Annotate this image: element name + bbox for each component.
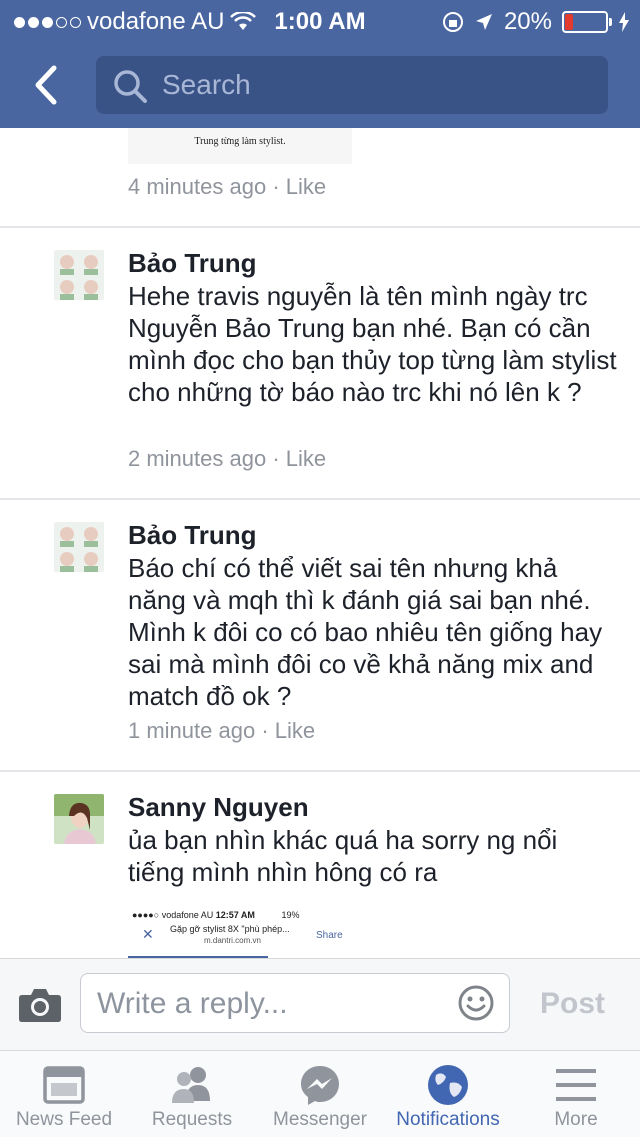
tab-bar: News Feed Requests Messenger Notificatio… <box>0 1050 640 1137</box>
comment-thread: Trung từng làm stylist. 4 minutes ago · … <box>0 128 640 958</box>
orientation-lock-icon <box>442 12 463 32</box>
tab-label: Messenger <box>273 1109 367 1130</box>
status-bar: vodafone AU 1:00 AM 20% <box>0 0 640 42</box>
comment-time: 1 minute ago <box>128 718 256 743</box>
comment-text: Báo chí có thể viết sai tên nhưng khả nă… <box>128 553 603 711</box>
comment-meta: 2 minutes ago · Like <box>128 446 327 471</box>
like-link[interactable]: Like <box>286 446 326 471</box>
back-arrow-icon[interactable] <box>28 62 68 108</box>
comment-time: 4 minutes ago <box>128 174 267 199</box>
messenger-icon <box>301 1066 339 1105</box>
avatar-image <box>54 522 104 572</box>
avatar[interactable] <box>54 522 104 572</box>
camera-icon[interactable] <box>18 987 62 1023</box>
attachment-domain: m.dantri.com.vn <box>204 936 261 945</box>
comment-meta: 4 minutes ago · Like <box>128 174 327 199</box>
comment-time: 2 minutes ago <box>128 446 267 471</box>
requests-icon <box>172 1067 210 1103</box>
search-icon <box>114 70 147 103</box>
search-input[interactable]: Search <box>96 56 608 114</box>
tab-label: News Feed <box>15 1109 113 1130</box>
close-icon: ✕ <box>142 926 154 942</box>
search-placeholder: Search <box>162 69 251 100</box>
reply-placeholder: Write a reply... <box>97 987 288 1020</box>
globe-icon <box>428 1065 468 1105</box>
comment-text: ủa bạn nhìn khác quá ha sorry ng nổi tiế… <box>128 825 558 887</box>
comment-author[interactable]: Bảo Trung <box>128 248 257 279</box>
attached-screenshot[interactable]: ●●●●○ vodafone AU 12:57 AM 19% ✕ Gặp gỡ … <box>128 908 352 958</box>
tab-label: Notifications <box>396 1109 500 1130</box>
tab-messenger[interactable]: Messenger <box>256 1051 384 1137</box>
battery-percent: 20% <box>503 8 552 35</box>
comment-author[interactable]: Bảo Trung <box>128 520 257 551</box>
comment-meta: 1 minute ago · Like <box>128 718 316 743</box>
reply-bar: Write a reply... Post <box>0 958 640 1051</box>
attachment-share: Share <box>316 930 343 941</box>
comment-item: Bảo Trung Hehe travis nguyễn là tên mình… <box>0 228 640 498</box>
like-link[interactable]: Like <box>286 174 326 199</box>
tab-notifications[interactable]: Notifications <box>384 1051 512 1137</box>
comment-author[interactable]: Sanny Nguyen <box>128 792 309 823</box>
image-caption: Trung từng làm stylist. <box>194 136 286 147</box>
tab-requests[interactable]: Requests <box>128 1051 256 1137</box>
comment-item: Bảo Trung Báo chí có thể viết sai tên nh… <box>0 500 640 770</box>
tab-label: Requests <box>151 1109 233 1130</box>
news-feed-icon <box>43 1066 85 1104</box>
comment-item: Sanny Nguyen ủa bạn nhìn khác quá ha sor… <box>0 772 640 958</box>
comment-text: Hehe travis nguyễn là tên mình ngày trc … <box>128 281 617 407</box>
emoji-icon[interactable] <box>457 984 495 1022</box>
like-link[interactable]: Like <box>275 718 315 743</box>
location-arrow-icon <box>475 14 492 30</box>
charging-bolt-icon <box>619 12 629 32</box>
tab-label: More <box>554 1109 598 1130</box>
battery-icon <box>562 11 612 33</box>
avatar[interactable] <box>54 250 104 300</box>
avatar-image <box>54 250 104 300</box>
tab-news-feed[interactable]: News Feed <box>0 1051 128 1137</box>
avatar[interactable] <box>54 794 104 844</box>
attachment-title: Gặp gỡ stylist 8X "phù phép... <box>170 924 290 934</box>
top-bar: vodafone AU 1:00 AM 20% Search <box>0 0 640 128</box>
attachment-status-bar: ●●●●○ vodafone AU 12:57 AM 19% <box>132 910 300 920</box>
menu-icon <box>556 1069 596 1101</box>
post-button[interactable]: Post <box>540 987 605 1021</box>
reply-input[interactable]: Write a reply... <box>80 973 510 1033</box>
avatar-image <box>54 794 104 844</box>
attached-image[interactable]: Trung từng làm stylist. <box>128 128 352 164</box>
tab-more[interactable]: More <box>512 1051 640 1137</box>
